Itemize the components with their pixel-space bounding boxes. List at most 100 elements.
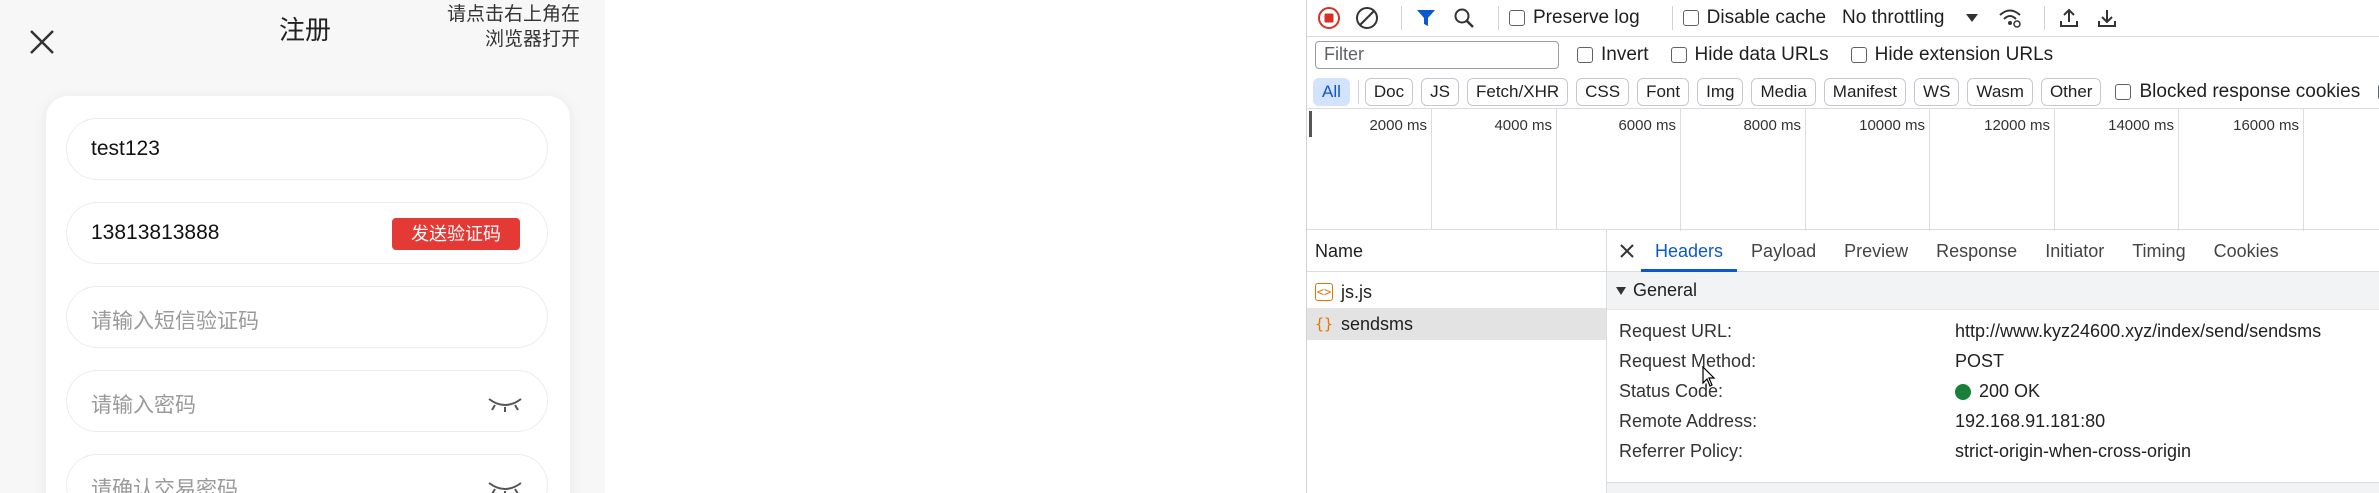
tab-payload[interactable]: Payload	[1737, 230, 1830, 272]
header-value[interactable]: 192.168.91.181:80	[1955, 411, 2105, 432]
request-list: Name <> js.js {} sendsms	[1307, 230, 1607, 493]
network-toolbar: Preserve log Disable cache No throttling	[1315, 0, 2131, 36]
send-code-button[interactable]: 发送验证码	[392, 218, 520, 250]
type-filter-font[interactable]: Font	[1637, 78, 1690, 106]
invert-label: Invert	[1601, 43, 1649, 65]
type-filter-manifest[interactable]: Manifest	[1823, 78, 1907, 106]
clear-icon[interactable]	[1353, 4, 1381, 32]
toolbar-divider	[1401, 6, 1402, 30]
tab-headers[interactable]: Headers	[1641, 230, 1738, 272]
sms-code-field[interactable]: 请输入短信验证码	[66, 286, 548, 348]
timeline-gridline	[2054, 109, 2055, 231]
mouse-pointer-icon	[1702, 366, 1716, 387]
hide-extension-urls-label: Hide extension URLs	[1874, 43, 2054, 65]
type-filter-img[interactable]: Img	[1697, 78, 1744, 106]
blocked-cookies-label: Blocked response cookies	[2139, 81, 2361, 102]
request-url-row: Request URL: http://www.kyz24600.xyz/ind…	[1607, 316, 2379, 346]
confirm-password-placeholder: 请确认交易密码	[91, 478, 238, 493]
general-section-title: General	[1633, 280, 1698, 300]
type-filter-doc[interactable]: Doc	[1364, 78, 1414, 106]
type-filter-fetch-xhr[interactable]: Fetch/XHR	[1466, 78, 1569, 106]
close-icon[interactable]	[26, 26, 58, 58]
toolbar-divider	[1671, 6, 1673, 30]
timeline-tick-label: 14000 ms	[2108, 117, 2174, 134]
header-key: Remote Address:	[1619, 410, 1758, 431]
header-value: 200 OK	[1979, 380, 2041, 401]
disable-cache-checkbox[interactable]	[1682, 10, 1699, 26]
tab-initiator[interactable]: Initiator	[2031, 230, 2118, 272]
request-name: sendsms	[1341, 313, 1414, 334]
tab-response[interactable]: Response	[1922, 230, 2031, 272]
timeline-gridline	[2178, 109, 2179, 231]
timeline-gridline	[1805, 109, 1806, 231]
username-field[interactable]: test123	[66, 118, 548, 180]
tip-line: 请点击右上角在	[446, 4, 580, 25]
type-filter-media[interactable]: Media	[1751, 78, 1816, 106]
timeline-tick-label: 12000 ms	[1984, 117, 2050, 134]
toolbar-divider	[1357, 80, 1359, 104]
triangle-down-icon	[1616, 286, 1626, 295]
timeline-tick-label: 4000 ms	[1494, 117, 1552, 134]
next-section-header	[1607, 482, 2379, 493]
confirm-password-field[interactable]: 请确认交易密码	[66, 454, 548, 493]
request-name: js.js	[1341, 281, 1372, 302]
type-filter-other[interactable]: Other	[2040, 78, 2102, 106]
blocked-cookies-checkbox[interactable]	[2115, 84, 2132, 100]
hide-data-urls-label: Hide data URLs	[1694, 43, 1829, 65]
type-filter-all[interactable]: All	[1313, 78, 1350, 106]
close-icon[interactable]	[1613, 237, 1641, 265]
tab-timing[interactable]: Timing	[2118, 230, 2199, 272]
request-row-sendsms[interactable]: {} sendsms	[1307, 308, 1606, 340]
timeline-tick-label: 16000 ms	[2233, 117, 2299, 134]
search-icon[interactable]	[1450, 4, 1478, 32]
header-value[interactable]: http://www.kyz24600.xyz/index/send/sends…	[1955, 321, 2321, 342]
network-conditions-icon[interactable]	[1996, 4, 2024, 32]
referrer-policy-row: Referrer Policy: strict-origin-when-cros…	[1607, 436, 2379, 466]
filter-icon[interactable]	[1412, 4, 1440, 32]
type-filter-css[interactable]: CSS	[1576, 78, 1630, 106]
tab-cookies[interactable]: Cookies	[2200, 230, 2293, 272]
filter-input[interactable]: Filter	[1315, 40, 1559, 69]
timeline-gridline	[2303, 109, 2304, 231]
hide-data-urls-checkbox[interactable]	[1670, 46, 1687, 63]
name-column-header[interactable]: Name	[1307, 230, 1606, 272]
download-icon[interactable]	[2093, 4, 2121, 32]
invert-checkbox[interactable]	[1577, 46, 1593, 63]
script-file-icon: <>	[1315, 283, 1333, 301]
timeline-marker	[1309, 111, 1312, 137]
username-value: test123	[91, 137, 160, 160]
devtools-network-panel: Preserve log Disable cache No throttling…	[1306, 0, 2379, 493]
tab-preview[interactable]: Preview	[1830, 230, 1922, 272]
status-value[interactable]: 200 OK	[1955, 381, 2040, 402]
eye-closed-icon[interactable]	[487, 395, 523, 413]
header-key: Request Method:	[1619, 350, 1757, 371]
request-detail-pane: Headers Payload Preview Response Initiat…	[1607, 230, 2379, 493]
password-field[interactable]: 请输入密码	[66, 370, 548, 432]
upload-icon[interactable]	[2055, 4, 2083, 32]
hide-extension-urls-checkbox[interactable]	[1850, 46, 1867, 63]
header-key: Referrer Policy:	[1619, 440, 1744, 461]
stop-recording-icon[interactable]	[1315, 4, 1343, 32]
type-filter-js[interactable]: JS	[1421, 78, 1459, 106]
throttling-select[interactable]: No throttling	[1842, 7, 1944, 29]
timeline-overview[interactable]: 2000 ms 4000 ms 6000 ms 8000 ms 10000 ms 1200…	[1307, 108, 2379, 231]
fetch-request-icon: {}	[1314, 315, 1334, 333]
phone-value: 13813813888	[91, 221, 220, 244]
tip-line: 浏览器打开	[484, 29, 580, 50]
filter-row: Filter Invert Hide data URLs Hide extens…	[1307, 36, 2379, 72]
general-section-header[interactable]: General	[1607, 272, 2379, 310]
preserve-log-checkbox[interactable]	[1509, 10, 1525, 26]
eye-closed-icon[interactable]	[487, 479, 523, 493]
header-value[interactable]: POST	[1955, 351, 2004, 372]
request-method-row: Request Method: POST	[1607, 346, 2379, 376]
type-filter-wasm[interactable]: Wasm	[1967, 78, 2033, 106]
header-value[interactable]: strict-origin-when-cross-origin	[1955, 441, 2191, 462]
mobile-register-page: 注册 请点击右上角在 浏览器打开 test123 13813813888 发送验证…	[0, 0, 605, 493]
type-filter-ws[interactable]: WS	[1914, 78, 1960, 106]
timeline-gridline	[1929, 109, 1930, 231]
timeline-tick-label: 2000 ms	[1369, 117, 1427, 134]
phone-field[interactable]: 13813813888 发送验证码	[66, 202, 548, 264]
chevron-down-icon[interactable]	[1958, 4, 1986, 32]
sms-code-placeholder: 请输入短信验证码	[91, 310, 259, 333]
request-row-js[interactable]: <> js.js	[1307, 276, 1606, 308]
